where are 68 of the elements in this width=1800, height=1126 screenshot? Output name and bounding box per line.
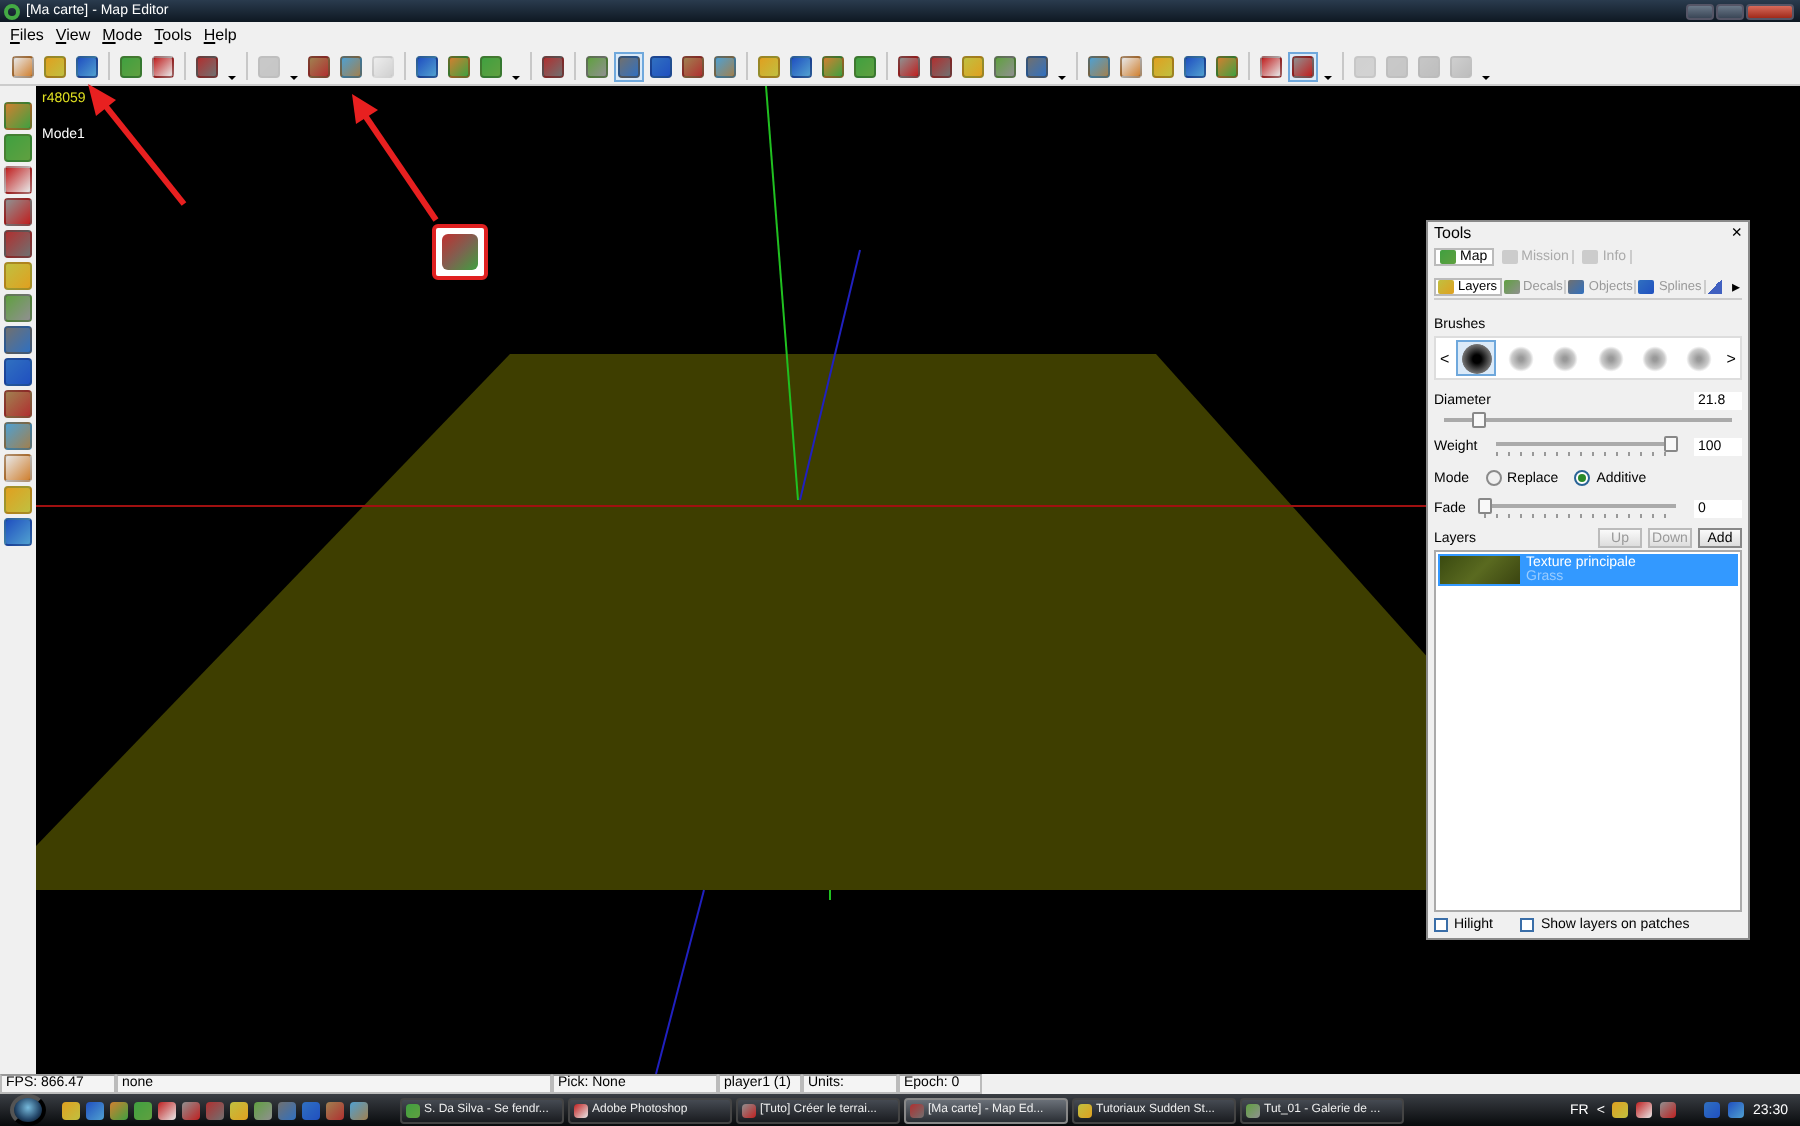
toolbar-button[interactable]	[1022, 51, 1052, 81]
radio-button[interactable]	[1485, 470, 1502, 486]
tab-scroll-button[interactable]: ▸	[1730, 277, 1742, 295]
checkbox[interactable]	[1520, 918, 1535, 932]
radio-button[interactable]	[1574, 470, 1591, 486]
toolbar-button[interactable]	[192, 51, 222, 81]
menu-item[interactable]: Tools	[148, 26, 198, 44]
tab-icon[interactable]	[1705, 279, 1722, 293]
menu-item[interactable]: Help	[197, 26, 243, 44]
toolbar-button[interactable]	[8, 51, 38, 81]
checkbox[interactable]	[1434, 918, 1448, 932]
toolbar-button[interactable]	[614, 51, 644, 81]
toolbar-button[interactable]	[1180, 51, 1210, 81]
dropdown-arrow-icon[interactable]	[512, 76, 520, 80]
toolbar-button[interactable]	[336, 51, 366, 81]
panel-title: Tools	[1434, 224, 1472, 242]
slider-thumb[interactable]	[1664, 436, 1679, 452]
maximize-button[interactable]	[1716, 3, 1744, 19]
dropdown-arrow-icon[interactable]	[1058, 76, 1066, 80]
minimize-button[interactable]	[1686, 3, 1714, 19]
brush-item[interactable]	[1456, 340, 1497, 376]
toolbar-button[interactable]	[444, 51, 474, 81]
toolbar-button[interactable]	[582, 51, 612, 81]
tool-button[interactable]	[4, 390, 32, 418]
toolbar-button[interactable]	[1116, 51, 1146, 81]
toolbar-button[interactable]	[1256, 51, 1286, 81]
toolbar-button[interactable]	[412, 51, 442, 81]
menu-item[interactable]: Mode	[96, 26, 149, 44]
toolbar-button[interactable]	[148, 51, 178, 81]
toolbar-button[interactable]	[72, 51, 102, 81]
dropdown-arrow-icon[interactable]	[1324, 76, 1332, 80]
slider-thumb[interactable]	[1472, 412, 1487, 428]
toolbar-button[interactable]	[850, 51, 880, 81]
toolbar-button[interactable]	[1212, 51, 1242, 81]
toolbar-button[interactable]	[990, 51, 1020, 81]
dropdown-arrow-icon[interactable]	[1482, 76, 1490, 80]
toolbar-button[interactable]	[678, 51, 708, 81]
close-button[interactable]: ×	[1731, 224, 1742, 242]
toolbar-button[interactable]	[646, 51, 676, 81]
toolbar-button[interactable]	[926, 51, 956, 81]
menu-item[interactable]: Files	[4, 26, 50, 44]
toolbar-button[interactable]	[1084, 51, 1114, 81]
tool-button[interactable]	[4, 166, 32, 194]
toolbar-button[interactable]	[894, 51, 924, 81]
toolbar-button[interactable]	[116, 51, 146, 81]
next-button[interactable]: >	[1724, 349, 1738, 367]
highlighted-tool-icon	[432, 224, 488, 280]
dropdown-arrow-icon[interactable]	[290, 76, 298, 80]
toolbar-button[interactable]	[304, 51, 334, 81]
close-button[interactable]	[1746, 3, 1794, 19]
toolbar-button[interactable]	[818, 51, 848, 81]
start-button[interactable]	[10, 1094, 46, 1126]
texture-thumbnail	[1440, 556, 1520, 584]
slider-thumb[interactable]	[1477, 498, 1492, 514]
toolbar-button[interactable]	[476, 51, 506, 81]
toolbar-button[interactable]	[538, 51, 568, 81]
tool-button[interactable]	[4, 198, 32, 226]
toolbar-button[interactable]	[786, 51, 816, 81]
menu-item[interactable]: View	[49, 26, 97, 44]
toolbar-button[interactable]	[710, 51, 740, 81]
previous-button[interactable]: <	[1438, 349, 1452, 367]
dropdown-arrow-icon[interactable]	[228, 76, 236, 80]
app-icon	[4, 3, 20, 19]
annotation-arrow	[88, 84, 187, 206]
tool-button[interactable]	[4, 518, 32, 546]
annotation-arrow	[352, 94, 439, 222]
toolbar-button[interactable]	[1288, 51, 1318, 81]
tool-button[interactable]	[4, 454, 32, 482]
